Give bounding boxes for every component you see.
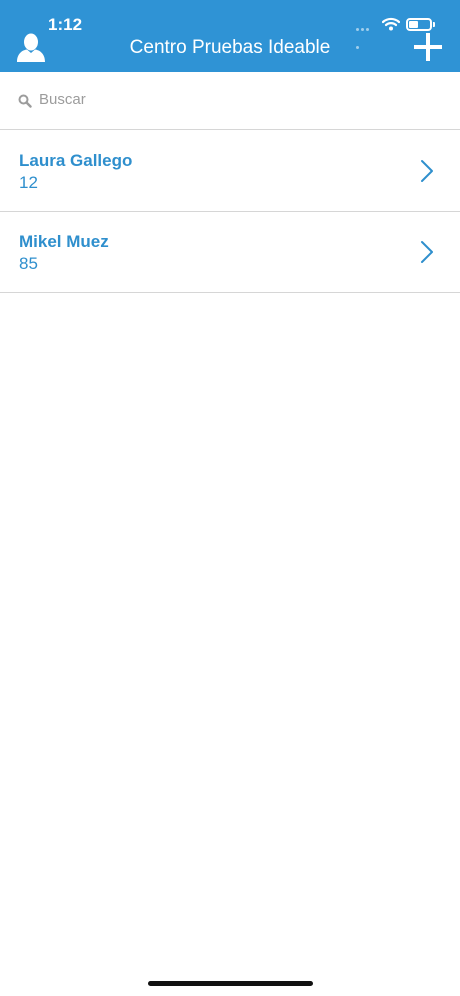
search-icon — [18, 94, 32, 108]
search-placeholder: Buscar — [39, 91, 86, 108]
navigation-bar: 1:12 Centro Pruebas Ideable — [0, 0, 460, 72]
item-value: 85 — [19, 254, 38, 273]
contact-list: Laura Gallego 12 Mikel Muez 85 — [0, 131, 460, 293]
list-item[interactable]: Mikel Muez 85 — [0, 212, 460, 293]
status-time: 1:12 — [48, 15, 83, 34]
cellular-signal-icon — [356, 28, 374, 49]
battery-icon — [406, 18, 432, 31]
battery-tip — [433, 22, 435, 27]
page-title: Centro Pruebas Ideable — [129, 37, 331, 58]
list-item[interactable]: Laura Gallego 12 — [0, 131, 460, 212]
chevron-right-icon — [421, 241, 433, 263]
item-name: Mikel Muez — [19, 232, 109, 251]
home-indicator[interactable] — [148, 981, 313, 986]
chevron-right-icon — [421, 160, 433, 182]
item-value: 12 — [19, 173, 38, 192]
wifi-icon — [382, 17, 400, 31]
plus-icon[interactable] — [414, 33, 442, 61]
battery-level — [409, 21, 418, 28]
search-bar[interactable]: Buscar — [0, 72, 460, 130]
item-name: Laura Gallego — [19, 151, 133, 170]
